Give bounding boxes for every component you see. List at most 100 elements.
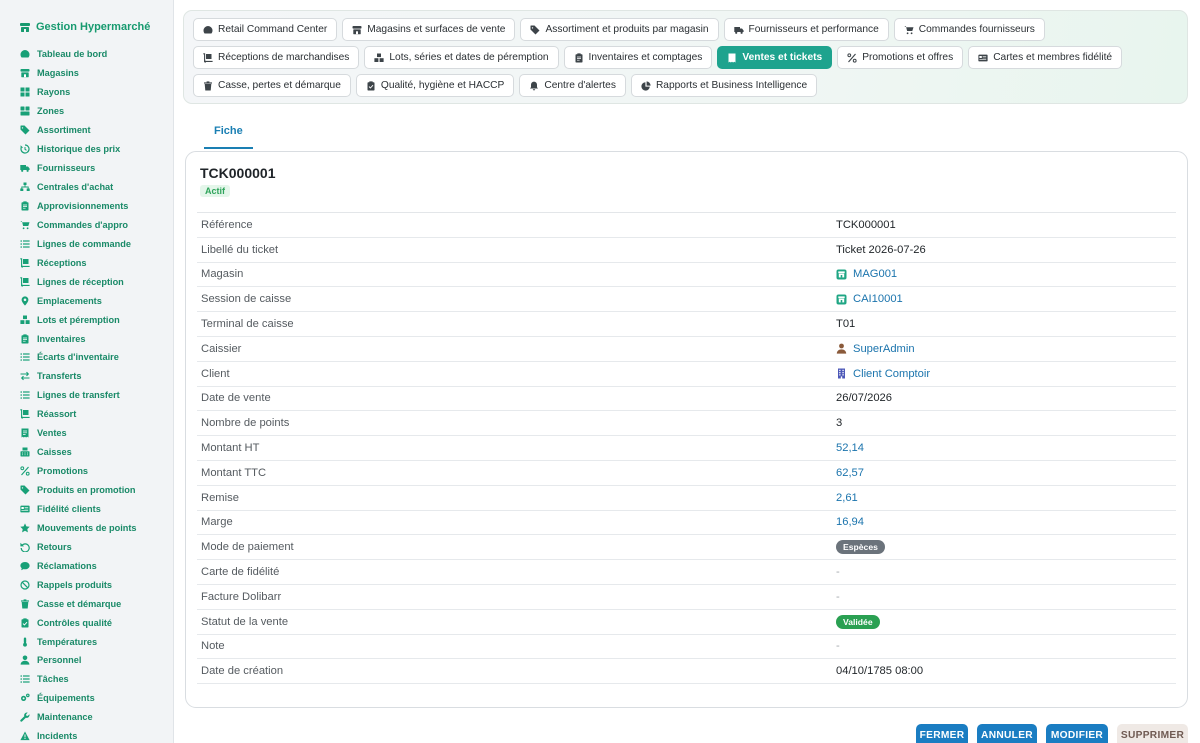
module-lots-series-et-dates-de-peremption[interactable]: Lots, séries et dates de péremption [364,46,559,69]
history-icon [20,144,30,154]
module-inventaires-et-comptages[interactable]: Inventaires et comptages [563,46,713,69]
field-row-client: Client Client Comptoir [197,362,1176,387]
module-label: Assortiment et produits par magasin [545,24,709,35]
cancel-button[interactable]: ANNULER [977,724,1037,743]
sidebar-item-assortiment[interactable]: Assortiment [0,121,173,140]
field-value-link[interactable]: CAI10001 [836,293,903,305]
field-row-mode-de-paiement: Mode de paiement Espèces [197,535,1176,561]
field-label: Client [201,367,230,380]
field-value[interactable]: CAI10001 [853,293,903,305]
module-centre-d-alertes[interactable]: Centre d'alertes [519,74,626,97]
sidebar-item-zones[interactable]: Zones [0,102,173,121]
field-value: 16,94 [836,516,864,529]
module-retail-command-center[interactable]: Retail Command Center [193,18,338,41]
module-ventes-et-tickets[interactable]: Ventes et tickets [717,46,833,69]
module-promotions-et-offres[interactable]: Promotions et offres [837,46,964,69]
sidebar-item-label: Contrôles qualité [37,617,113,628]
field-value-link[interactable]: Client Comptoir [836,368,930,380]
sidebar-item-personnel[interactable]: Personnel [0,651,173,670]
sidebar-item-lots-et-peremption[interactable]: Lots et péremption [0,310,173,329]
trash-icon [203,80,213,91]
sidebar-item-ecarts-d-inventaire[interactable]: Écarts d'inventaire [0,348,173,367]
app-brand[interactable]: Gestion Hypermarché [0,13,173,41]
sidebar-item-ventes[interactable]: Ventes [0,424,173,443]
field-value-link[interactable]: SuperAdmin [836,343,915,355]
sidebar-item-label: Emplacements [37,295,102,306]
sidebar-item-fournisseurs[interactable]: Fournisseurs [0,159,173,178]
module-label: Casse, pertes et démarque [218,80,341,91]
sidebar-item-rayons[interactable]: Rayons [0,83,173,102]
sidebar-item-label: Écarts d'inventaire [37,352,119,363]
sidebar-item-approvisionnements[interactable]: Approvisionnements [0,197,173,216]
record-card: TCK000001 Actif Référence TCK000001 Libell… [185,151,1188,708]
tab-fiche[interactable]: Fiche [204,117,253,149]
sidebar-item-label: Rappels produits [37,579,113,590]
field-value: - [836,590,840,603]
module-assortiment-et-produits-par-magasin[interactable]: Assortiment et produits par magasin [520,18,719,41]
sidebar-item-lignes-de-commande[interactable]: Lignes de commande [0,234,173,253]
field-label: Caissier [201,342,242,355]
module-rapports-et-business-intelligence[interactable]: Rapports et Business Intelligence [630,74,818,97]
sidebar-item-caisses[interactable]: Caisses [0,443,173,462]
sidebar-item-tableau-de-bord[interactable]: Tableau de bord [0,45,173,64]
trash-icon [20,599,30,609]
store-badge-icon [836,294,847,305]
field-value[interactable]: SuperAdmin [853,343,915,355]
sidebar-item-reassort[interactable]: Réassort [0,405,173,424]
sidebar-item-magasins[interactable]: Magasins [0,64,173,83]
sidebar-item-reclamations[interactable]: Réclamations [0,556,173,575]
clipboard-icon [574,52,584,63]
truck-icon [733,25,744,35]
sidebar-item-casse-et-demarque[interactable]: Casse et démarque [0,594,173,613]
module-casse-pertes-et-demarque[interactable]: Casse, pertes et démarque [193,74,351,97]
sidebar-item-commandes-d-appro[interactable]: Commandes d'appro [0,215,173,234]
sidebar-item-label: Fidélité clients [37,503,101,514]
sidebar-item-inventaires[interactable]: Inventaires [0,329,173,348]
sidebar-item-produits-en-promotion[interactable]: Produits en promotion [0,481,173,500]
field-value[interactable]: Client Comptoir [853,368,930,380]
field-row-facture-dolibarr: Facture Dolibarr - [197,585,1176,610]
bell-icon [529,81,539,91]
field-value: 2,61 [836,491,858,504]
field-value-link[interactable]: MAG001 [836,268,897,280]
delete-button[interactable]: SUPPRIMER [1117,724,1188,743]
module-cartes-et-membres-fidelite[interactable]: Cartes et membres fidélité [968,46,1123,69]
sidebar-item-retours[interactable]: Retours [0,537,173,556]
action-bar: FERMER ANNULER MODIFIER SUPPRIMER [0,724,1200,743]
module-fournisseurs-et-performance[interactable]: Fournisseurs et performance [723,18,889,41]
close-button[interactable]: FERMER [916,724,968,743]
sidebar-item-taches[interactable]: Tâches [0,670,173,689]
field-value[interactable]: MAG001 [853,268,897,280]
sidebar-item-controles-qualite[interactable]: Contrôles qualité [0,613,173,632]
sidebar-item-promotions[interactable]: Promotions [0,462,173,481]
sidebar-item-label: Rayons [37,87,71,98]
record-title: TCK000001 [200,165,276,181]
module-qualite-hygiene-et-haccp[interactable]: Qualité, hygiène et HACCP [355,74,515,97]
sidebar-item-emplacements[interactable]: Emplacements [0,291,173,310]
sidebar-item-label: Inventaires [37,333,86,344]
module-label: Promotions et offres [862,52,954,63]
sidebar-item-receptions[interactable]: Réceptions [0,253,173,272]
sidebar-item-label: Transferts [37,371,82,382]
sidebar-item-lignes-de-reception[interactable]: Lignes de réception [0,272,173,291]
sidebar-item-mouvements-de-points[interactable]: Mouvements de points [0,518,173,537]
sidebar-item-historique-des-prix[interactable]: Historique des prix [0,140,173,159]
module-commandes-fournisseurs[interactable]: Commandes fournisseurs [893,18,1045,41]
sidebar-item-label: Ventes [37,428,67,439]
field-value: 04/10/1785 08:00 [836,665,924,678]
module-receptions-de-marchandises[interactable]: Réceptions de marchandises [193,46,360,69]
store-icon [352,25,362,35]
sidebar-item-temperatures[interactable]: Températures [0,632,173,651]
status-badge: Actif [200,185,230,197]
record-fields: Référence TCK000001 Libellé du ticket Ticke… [197,212,1176,685]
sidebar-item-lignes-de-transfert[interactable]: Lignes de transfert [0,386,173,405]
thermometer-icon [20,637,30,647]
edit-button[interactable]: MODIFIER [1046,724,1108,743]
sidebar-item-equipements[interactable]: Équipements [0,689,173,708]
sidebar-item-fidelite-clients[interactable]: Fidélité clients [0,500,173,519]
sidebar-item-transferts[interactable]: Transferts [0,367,173,386]
sidebar-item-centrales-d-achat[interactable]: Centrales d'achat [0,178,173,197]
module-magasins-et-surfaces-de-vente[interactable]: Magasins et surfaces de vente [342,18,516,41]
field-label: Statut de la vente [201,615,289,628]
sidebar-item-rappels-produits[interactable]: Rappels produits [0,575,173,594]
